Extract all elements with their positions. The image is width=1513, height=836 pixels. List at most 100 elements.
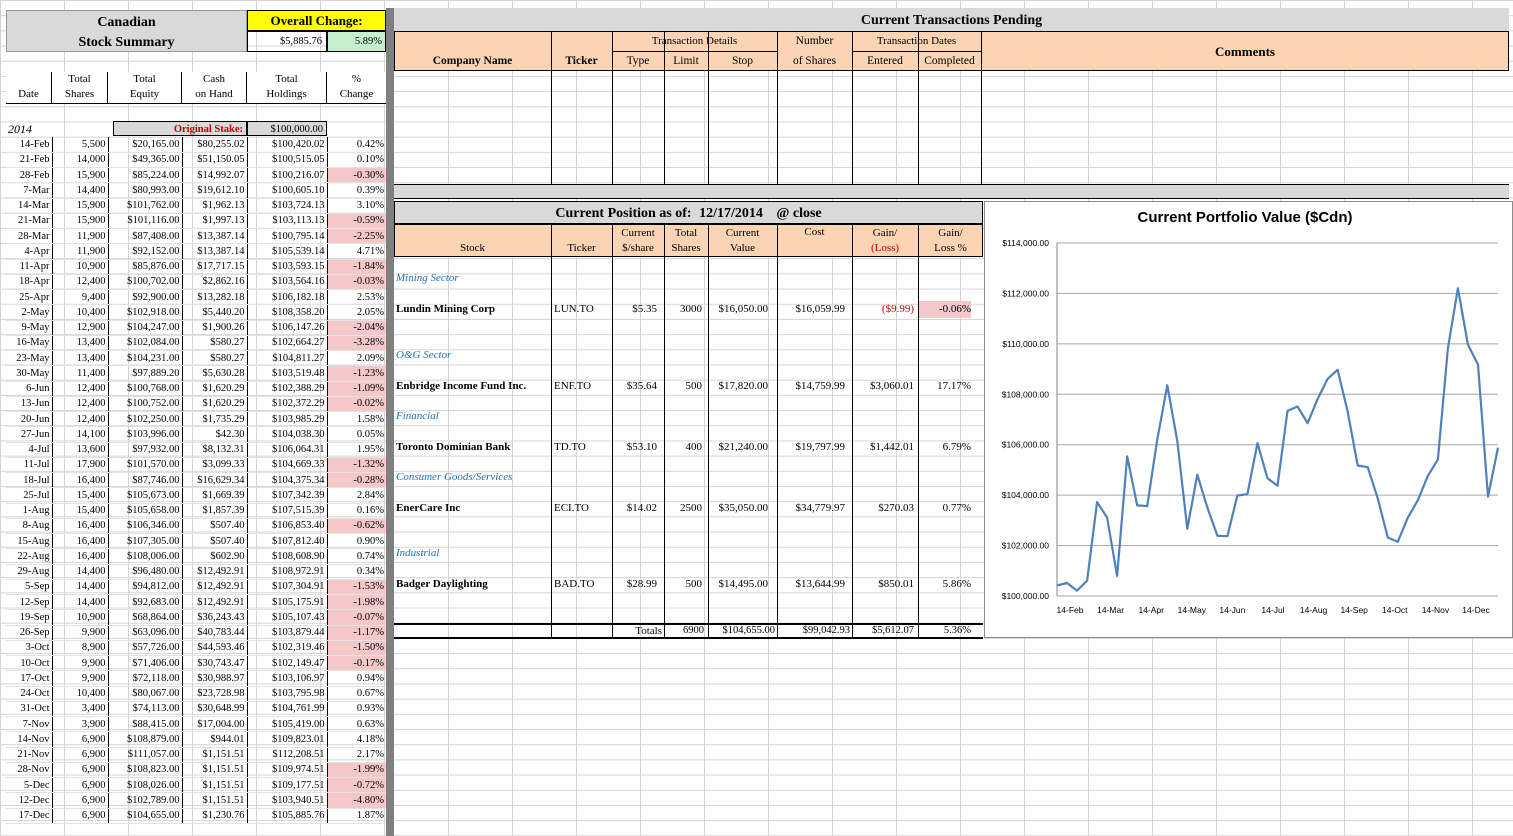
row-date[interactable]: 14-Nov [6,731,53,748]
row-cash[interactable]: $40,783.44 [182,625,248,641]
sector-label[interactable]: Mining Sector [396,272,596,284]
row-equity[interactable]: $108,823.00 [108,762,183,779]
row-holdings[interactable]: $102,372.29 [247,396,328,413]
row-cash[interactable]: $16,629.34 [182,472,248,489]
row-holdings[interactable]: $103,795.98 [247,686,328,702]
row-date[interactable]: 27-Jun [6,426,53,443]
row-date[interactable]: 31-Oct [6,701,53,718]
row-equity[interactable]: $92,900.00 [108,289,183,306]
row-cash[interactable]: $42.30 [182,426,248,443]
row-change[interactable]: -2.25% [327,228,386,245]
row-cash[interactable]: $30,743.47 [182,655,248,672]
row-shares[interactable]: 6,900 [52,777,109,794]
stock-name[interactable]: Toronto Dominian Bank [396,441,551,453]
row-change[interactable]: 2.09% [327,350,386,367]
row-shares[interactable]: 12,400 [52,396,109,413]
row-change[interactable]: 0.39% [327,182,386,199]
row-holdings[interactable]: $105,419.00 [247,716,328,733]
row-date[interactable]: 28-Nov [6,762,53,779]
stock-gain[interactable]: $1,442.01 [852,441,914,453]
row-holdings[interactable]: $108,358.20 [247,304,328,321]
stock-ticker[interactable]: ENF.TO [554,380,611,392]
row-date[interactable]: 4-Apr [6,243,53,260]
row-date[interactable]: 2-May [6,304,53,321]
row-date[interactable]: 10-Oct [6,655,53,672]
row-date[interactable]: 22-Aug [6,548,53,565]
row-equity[interactable]: $103,996.00 [108,426,183,443]
row-change[interactable]: -0.62% [327,518,386,535]
row-holdings[interactable]: $108,972.91 [247,564,328,580]
row-holdings[interactable]: $106,182.18 [247,289,328,306]
row-shares[interactable]: 3,900 [52,716,109,733]
row-shares[interactable]: 12,400 [52,381,109,397]
row-cash[interactable]: $19,612.10 [182,182,248,199]
row-shares[interactable]: 11,900 [52,228,109,245]
row-equity[interactable]: $104,655.00 [108,808,183,824]
row-holdings[interactable]: $102,664.27 [247,335,328,352]
row-cash[interactable]: $1,900.26 [182,320,248,336]
row-change[interactable]: -0.30% [327,167,386,184]
row-cash[interactable]: $944.01 [182,731,248,748]
row-cash[interactable]: $507.40 [182,518,248,535]
row-date[interactable]: 23-May [6,350,53,367]
row-equity[interactable]: $102,250.00 [108,411,183,428]
row-holdings[interactable]: $102,319.46 [247,640,328,657]
row-date[interactable]: 21-Feb [6,152,53,169]
row-equity[interactable]: $100,702.00 [108,274,183,291]
row-holdings[interactable]: $102,149.47 [247,655,328,672]
stock-cost[interactable]: $34,779.97 [777,502,846,514]
row-cash[interactable]: $30,988.97 [182,670,248,687]
row-cash[interactable]: $1,962.13 [182,198,248,214]
row-equity[interactable]: $80,993.00 [108,182,183,199]
row-change[interactable]: -1.17% [327,625,386,641]
row-cash[interactable]: $51,150.05 [182,152,248,169]
row-date[interactable]: 21-Nov [6,747,53,763]
row-shares[interactable]: 6,900 [52,808,109,824]
row-cash[interactable]: $1,151.51 [182,792,248,809]
row-holdings[interactable]: $106,064.31 [247,442,328,458]
row-shares[interactable]: 15,400 [52,503,109,519]
row-change[interactable]: 0.42% [327,137,386,153]
row-shares[interactable]: 12,900 [52,320,109,336]
row-change[interactable]: 2.84% [327,487,386,504]
sector-label[interactable]: O&G Sector [396,349,596,361]
row-change[interactable]: 1.95% [327,442,386,458]
row-shares[interactable]: 9,900 [52,670,109,687]
stock-name[interactable]: EnerCare Inc [396,502,551,514]
row-holdings[interactable]: $104,038.30 [247,426,328,443]
row-equity[interactable]: $71,406.00 [108,655,183,672]
row-equity[interactable]: $49,365.00 [108,152,183,169]
stock-price[interactable]: $28.99 [612,578,657,590]
row-shares[interactable]: 12,400 [52,274,109,291]
row-holdings[interactable]: $104,669.33 [247,457,328,474]
row-cash[interactable]: $1,230.76 [182,808,248,824]
stock-gain[interactable]: $3,060.01 [852,380,914,392]
row-shares[interactable]: 17,900 [52,457,109,474]
portfolio-chart[interactable]: Current Portfolio Value ($Cdn) $100,000.… [984,201,1513,638]
row-change[interactable]: -0.07% [327,609,386,626]
row-holdings[interactable]: $109,823.01 [247,731,328,748]
stock-gain[interactable]: $270.03 [852,502,914,514]
row-change[interactable]: 0.05% [327,426,386,443]
row-change[interactable]: 2.53% [327,289,386,306]
row-shares[interactable]: 10,900 [52,609,109,626]
row-date[interactable]: 4-Jul [6,442,53,458]
row-equity[interactable]: $92,683.00 [108,594,183,611]
row-date[interactable]: 11-Jul [6,457,53,474]
row-cash[interactable]: $8,132.31 [182,442,248,458]
stock-value[interactable]: $35,050.00 [708,502,769,514]
row-holdings[interactable]: $104,761.99 [247,701,328,718]
stock-value[interactable]: $16,050.00 [708,303,769,315]
row-holdings[interactable]: $109,177.51 [247,777,328,794]
row-equity[interactable]: $72,118.00 [108,670,183,687]
row-holdings[interactable]: $107,342.39 [247,487,328,504]
row-cash[interactable]: $5,630.28 [182,365,248,382]
row-date[interactable]: 5-Sep [6,579,53,596]
row-date[interactable]: 1-Aug [6,503,53,519]
row-shares[interactable]: 14,400 [52,579,109,596]
row-shares[interactable]: 14,000 [52,152,109,169]
row-shares[interactable]: 9,400 [52,289,109,306]
row-holdings[interactable]: $105,175.91 [247,594,328,611]
row-change[interactable]: 0.10% [327,152,386,169]
row-date[interactable]: 7-Nov [6,716,53,733]
